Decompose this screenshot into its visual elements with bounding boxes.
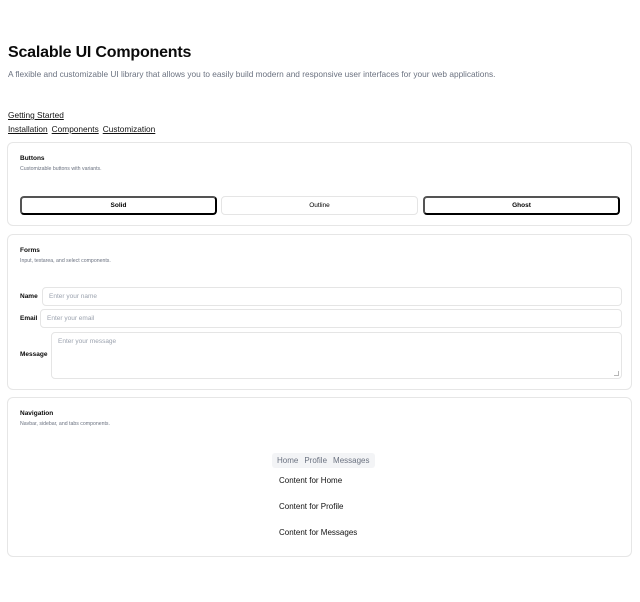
tab-content-home: Content for Home bbox=[279, 476, 343, 485]
ghost-button[interactable]: Ghost bbox=[423, 196, 620, 215]
page-description: A flexible and customizable UI library t… bbox=[8, 69, 496, 79]
tab-content-profile: Content for Profile bbox=[279, 502, 344, 511]
tab-content-messages: Content for Messages bbox=[279, 528, 358, 537]
name-label: Name bbox=[20, 293, 38, 300]
outline-button[interactable]: Outline bbox=[221, 196, 418, 215]
name-input[interactable]: Enter your name bbox=[42, 287, 622, 306]
nav-link-customization[interactable]: Customization bbox=[103, 124, 156, 134]
tab-profile[interactable]: Profile bbox=[301, 456, 330, 465]
email-placeholder: Enter your email bbox=[47, 315, 95, 322]
message-placeholder: Enter your message bbox=[58, 338, 117, 345]
nav-link-getting-started[interactable]: Getting Started bbox=[8, 110, 64, 120]
card-description: Customizable buttons with variants. bbox=[20, 166, 102, 172]
resize-handle-icon[interactable] bbox=[614, 371, 619, 376]
nav-link-installation[interactable]: Installation bbox=[8, 124, 48, 134]
card-title: Buttons bbox=[20, 155, 45, 162]
message-textarea[interactable]: Enter your message bbox=[51, 332, 622, 379]
email-input[interactable]: Enter your email bbox=[40, 309, 622, 328]
nav-link-components[interactable]: Components bbox=[52, 124, 99, 134]
page-title: Scalable UI Components bbox=[8, 44, 192, 61]
tabs-list: Home Profile Messages bbox=[272, 453, 375, 468]
solid-button[interactable]: Solid bbox=[20, 196, 217, 215]
navigation-card: Navigation Navbar, sidebar, and tabs com… bbox=[7, 397, 632, 557]
email-label: Email bbox=[20, 315, 38, 322]
tab-home[interactable]: Home bbox=[274, 456, 301, 465]
card-description: Input, textarea, and select components. bbox=[20, 258, 111, 264]
nav-links: Installation Components Customization bbox=[8, 124, 155, 134]
forms-card: Forms Input, textarea, and select compon… bbox=[7, 234, 632, 390]
card-title: Navigation bbox=[20, 410, 54, 417]
buttons-card: Buttons Customizable buttons with varian… bbox=[7, 142, 632, 226]
name-placeholder: Enter your name bbox=[49, 293, 98, 300]
card-description: Navbar, sidebar, and tabs components. bbox=[20, 421, 110, 427]
card-title: Forms bbox=[20, 247, 40, 254]
tab-messages[interactable]: Messages bbox=[330, 456, 372, 465]
message-label: Message bbox=[20, 351, 48, 358]
